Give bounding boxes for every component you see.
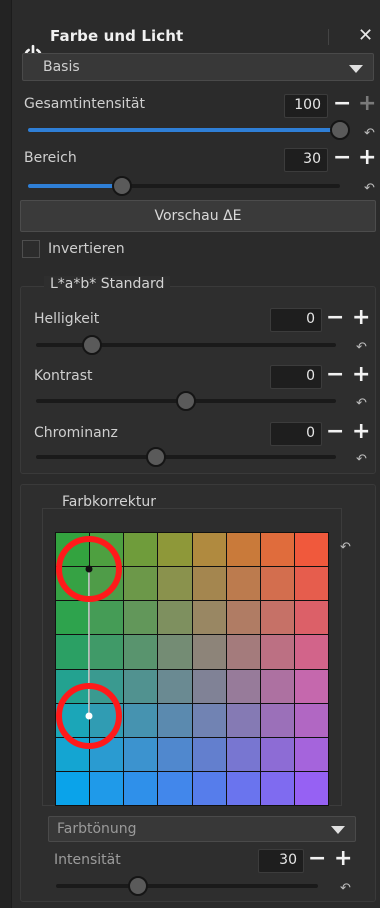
chrominanz-slider-thumb[interactable]	[146, 447, 166, 467]
intensitaet-label: Intensität	[54, 852, 121, 868]
color-grid-reset-icon[interactable]: ↶	[340, 540, 351, 555]
lab-legend: L*a*b* Standard	[44, 276, 171, 292]
helligkeit-slider[interactable]	[36, 343, 336, 347]
chrominanz-plus-button[interactable]: +	[352, 421, 370, 443]
intensitaet-minus-button[interactable]: −	[308, 848, 326, 870]
gesamt-plus-button[interactable]: +	[358, 93, 376, 115]
kontrast-label: Kontrast	[34, 368, 93, 384]
farbe-und-licht-panel: Farbe und Licht ✕ Basis Gesamtintensität…	[0, 0, 380, 908]
chrominanz-reset-icon[interactable]: ↶	[356, 452, 367, 467]
chevron-down-icon	[349, 65, 363, 73]
helligkeit-plus-button[interactable]: +	[352, 307, 370, 329]
bereich-minus-button[interactable]: −	[333, 147, 351, 169]
close-icon[interactable]: ✕	[358, 25, 373, 46]
gesamt-slider-thumb[interactable]	[330, 120, 350, 140]
kontrast-reset-icon[interactable]: ↶	[356, 396, 367, 411]
farbtoenung-dropdown[interactable]: Farbtönung	[48, 816, 356, 842]
helligkeit-value-field[interactable]: 0	[270, 308, 322, 332]
header-separator	[328, 29, 329, 45]
gesamt-value-field[interactable]: 100	[284, 94, 328, 118]
intensitaet-slider-thumb[interactable]	[128, 876, 148, 896]
chrominanz-minus-button[interactable]: −	[326, 421, 344, 443]
mode-dropdown-value: Basis	[43, 59, 80, 75]
gesamt-slider-fill	[28, 128, 340, 132]
chrominanz-value-field[interactable]: 0	[270, 422, 322, 446]
gesamt-label: Gesamtintensität	[24, 96, 145, 112]
farbtoenung-value: Farbtönung	[57, 821, 137, 837]
intensitaet-plus-button[interactable]: +	[334, 848, 352, 870]
gesamt-slider[interactable]	[28, 128, 340, 132]
bereich-slider[interactable]	[28, 184, 340, 188]
color-grid-overlay	[56, 536, 122, 749]
invertieren-label: Invertieren	[48, 241, 125, 257]
intensitaet-value-field[interactable]: 30	[258, 849, 304, 873]
chrominanz-label: Chrominanz	[34, 425, 118, 441]
panel-title: Farbe und Licht	[50, 27, 184, 45]
left-edge	[0, 0, 12, 908]
mode-dropdown[interactable]: Basis	[22, 53, 374, 81]
shadow-handle[interactable]	[85, 565, 93, 573]
chevron-down-icon	[331, 826, 345, 834]
bereich-value-field[interactable]: 30	[284, 148, 328, 172]
bereich-slider-fill	[28, 184, 122, 188]
helligkeit-slider-thumb[interactable]	[82, 335, 102, 355]
vorschau-label: Vorschau ΔE	[154, 208, 242, 224]
gesamt-minus-button[interactable]: −	[333, 93, 351, 115]
kontrast-plus-button[interactable]: +	[352, 364, 370, 386]
kontrast-slider-thumb[interactable]	[176, 391, 196, 411]
bereich-slider-thumb[interactable]	[111, 176, 132, 196]
vorschau-delta-e-button[interactable]: Vorschau ΔE	[20, 200, 376, 232]
bereich-plus-button[interactable]: +	[358, 147, 376, 169]
chrominanz-slider[interactable]	[36, 455, 336, 459]
bereich-label: Bereich	[24, 150, 77, 166]
helligkeit-minus-button[interactable]: −	[326, 307, 344, 329]
bereich-reset-icon[interactable]: ↶	[364, 181, 375, 196]
intensitaet-reset-icon[interactable]: ↶	[340, 881, 351, 896]
intensitaet-slider[interactable]	[56, 884, 318, 888]
highlight-handle[interactable]	[85, 712, 93, 720]
kontrast-minus-button[interactable]: −	[326, 364, 344, 386]
invertieren-checkbox[interactable]	[22, 240, 40, 258]
helligkeit-label: Helligkeit	[34, 311, 100, 327]
kontrast-value-field[interactable]: 0	[270, 365, 322, 389]
gesamt-reset-icon[interactable]: ↶	[364, 126, 375, 141]
helligkeit-reset-icon[interactable]: ↶	[356, 340, 367, 355]
